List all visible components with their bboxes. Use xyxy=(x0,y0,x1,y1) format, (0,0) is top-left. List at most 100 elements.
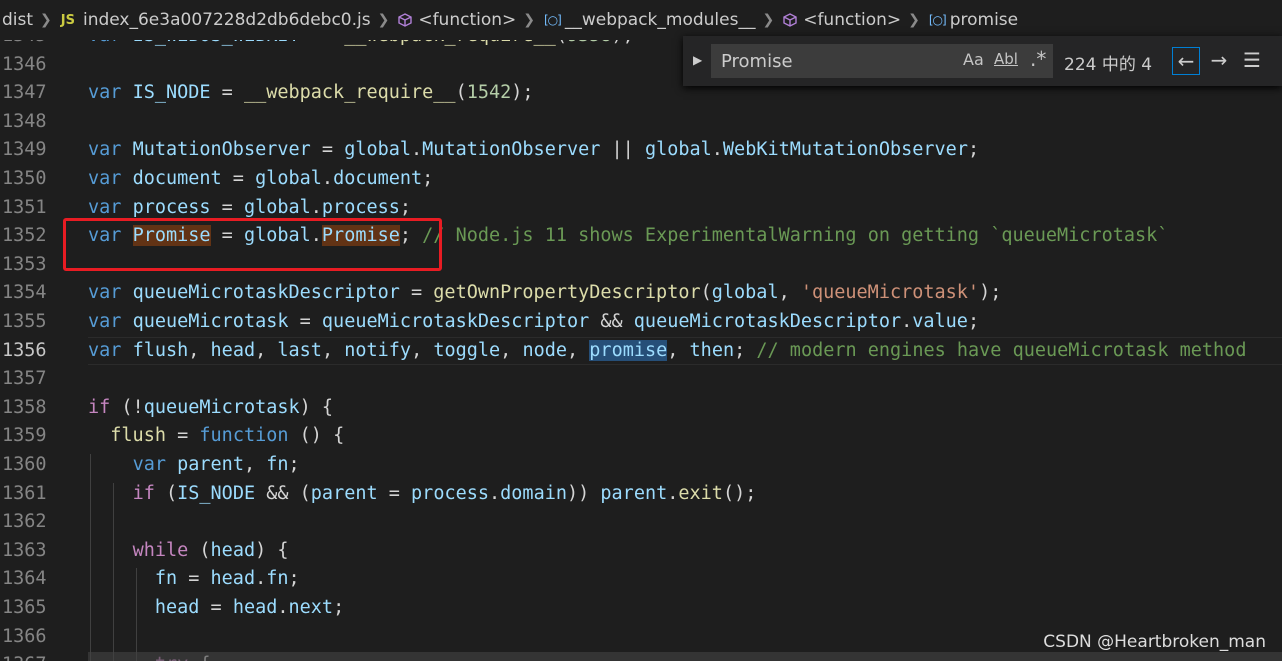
line-number: 1354 xyxy=(2,282,47,304)
code-token: ; xyxy=(422,168,434,189)
code-token: function xyxy=(199,425,289,447)
menu-icon[interactable]: ☰ xyxy=(1238,47,1266,75)
code-line[interactable]: 1360 var parent, fn; xyxy=(0,451,1282,480)
javascript-file-icon: JS xyxy=(60,12,75,28)
variable-icon: [○] xyxy=(928,13,947,27)
breadcrumb-function-1[interactable]: <function> xyxy=(398,10,516,30)
code-token: next xyxy=(288,597,334,618)
code-token: , xyxy=(188,339,211,361)
code-token: global xyxy=(255,168,322,189)
code-token: )) xyxy=(566,482,601,504)
code-line[interactable]: 1354 var queueMicrotaskDescriptor = getOw… xyxy=(0,279,1282,308)
code-token: () { xyxy=(288,425,345,447)
code-line[interactable]: 1350 var document = global.document; xyxy=(0,165,1282,194)
code-token: = xyxy=(377,482,412,504)
code-token: global xyxy=(243,196,311,218)
arrow-down-icon[interactable]: → xyxy=(1205,47,1233,75)
code-token: node xyxy=(522,339,568,361)
code-line[interactable]: 1363 while (head) { xyxy=(0,537,1282,566)
code-token: = xyxy=(310,139,345,161)
code-text: fn = head.fn; xyxy=(88,565,300,594)
code-token: last xyxy=(277,339,322,361)
find-widget: ▶ Aa Abl .* 224 中的 4 ← → ☰ xyxy=(683,36,1282,86)
code-token: queueMicrotask xyxy=(132,311,289,332)
breadcrumb-file[interactable]: JS index_6e3a007228d2db6debc0.js xyxy=(61,10,371,30)
code-text: flush = function () { xyxy=(88,422,344,451)
code-token: ; xyxy=(399,196,412,218)
code-token: then xyxy=(689,339,735,361)
chevron-right-icon: ❯ xyxy=(40,12,52,28)
code-text: var document = global.document; xyxy=(88,165,433,194)
breadcrumb-webpack-modules[interactable]: [○] __webpack_modules__ xyxy=(544,10,755,30)
whole-word-button[interactable]: Abl xyxy=(994,50,1018,68)
code-editor[interactable]: 1345var IS_WEBOS_WEBKIT = __webpack_requ… xyxy=(0,26,1282,661)
code-token: parent xyxy=(177,454,244,475)
code-line[interactable]: 1362 xyxy=(0,508,1282,537)
code-token: , xyxy=(255,339,278,361)
line-number: 1349 xyxy=(2,139,47,161)
code-token: document xyxy=(132,168,222,189)
chevron-right-icon: ❯ xyxy=(523,12,535,28)
horizontal-scrollbar[interactable] xyxy=(88,652,1282,661)
code-token: queueMicrotaskDescriptor xyxy=(132,282,400,304)
code-line[interactable]: 1357 xyxy=(0,365,1282,394)
code-token: flush xyxy=(110,425,166,447)
chevron-right-icon: ❯ xyxy=(908,12,920,28)
code-token: (! xyxy=(110,396,144,418)
arrow-up-icon[interactable]: ← xyxy=(1172,47,1200,75)
code-token: ; xyxy=(734,339,757,361)
code-line[interactable]: 1348 xyxy=(0,108,1282,137)
breadcrumb-folder[interactable]: dist xyxy=(2,10,33,30)
code-token: . xyxy=(711,139,723,161)
code-token: notify xyxy=(344,339,412,361)
code-token: = xyxy=(210,82,244,104)
red-annotation-box xyxy=(63,218,442,271)
match-count: 224 中的 4 xyxy=(1064,55,1153,75)
method-cube-icon xyxy=(398,13,413,27)
code-token: parent xyxy=(310,482,378,504)
code-line[interactable]: 1365 head = head.next; xyxy=(0,594,1282,623)
code-token: , xyxy=(567,339,590,361)
code-token: flush xyxy=(132,339,189,361)
regex-button[interactable]: .* xyxy=(1030,47,1046,71)
code-token: fn xyxy=(266,568,289,590)
line-number: 1352 xyxy=(2,225,47,247)
code-line[interactable]: 1361 if (IS_NODE && (parent = process.do… xyxy=(0,480,1282,509)
match-case-button[interactable]: Aa xyxy=(963,50,984,69)
breadcrumb-promise[interactable]: [○] promise xyxy=(929,10,1018,30)
code-token: __webpack_require__ xyxy=(243,82,456,104)
breadcrumb-function-2-label: <function> xyxy=(803,10,902,30)
code-token: = xyxy=(177,568,211,590)
code-line[interactable]: 1356 var flush, head, last, notify, toggl… xyxy=(0,336,1282,366)
code-token: process xyxy=(411,482,490,504)
code-token: 'queueMicrotask' xyxy=(800,282,980,304)
code-token: , xyxy=(321,339,345,361)
code-token: = xyxy=(288,311,322,332)
code-token: ); xyxy=(511,82,534,104)
code-token: ; xyxy=(967,311,980,332)
code-line[interactable]: 1359 flush = function () { xyxy=(0,422,1282,451)
chevron-right-icon[interactable]: ▶ xyxy=(693,53,702,67)
code-text: while (head) { xyxy=(88,537,289,566)
code-line[interactable]: 1355 var queueMicrotask = queueMicrotaskD… xyxy=(0,308,1282,337)
code-token: document xyxy=(333,168,423,189)
code-token: head xyxy=(154,597,200,618)
line-number: 1364 xyxy=(2,568,47,590)
breadcrumb-function-2[interactable]: <function> xyxy=(783,10,901,30)
code-token: queueMicrotaskDescriptor xyxy=(633,311,902,332)
code-token: var xyxy=(88,311,133,332)
code-token: process xyxy=(132,196,211,218)
code-token: . xyxy=(277,597,289,618)
code-token: MutationObserver xyxy=(132,139,311,161)
code-token: var xyxy=(88,282,133,304)
code-line[interactable]: 1364 fn = head.fn; xyxy=(0,565,1282,594)
code-line[interactable]: 1349 var MutationObserver = global.Mutati… xyxy=(0,136,1282,165)
code-line[interactable]: 1358 if (!queueMicrotask) { xyxy=(0,394,1282,423)
code-token: ( xyxy=(188,539,211,561)
line-number: 1357 xyxy=(2,368,47,390)
code-text: var flush, head, last, notify, toggle, n… xyxy=(88,337,1246,366)
code-token: ; xyxy=(967,139,980,161)
